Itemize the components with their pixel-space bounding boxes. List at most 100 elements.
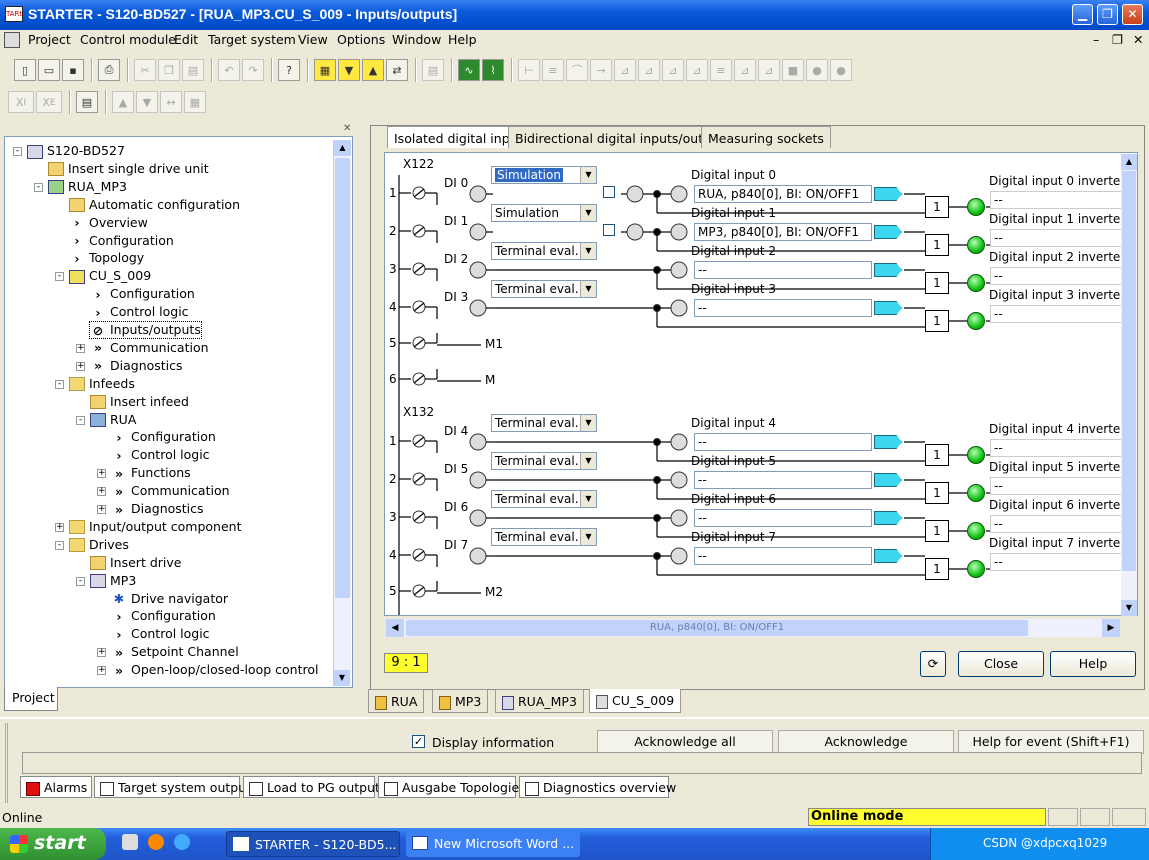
diagram-hscroll[interactable]: ◀ RUA, p840[0], BI: ON/OFF1 ▶ <box>386 619 1120 637</box>
vscroll-up-icon[interactable]: ▲ <box>1121 154 1137 170</box>
close-button[interactable]: Close <box>958 651 1044 677</box>
scroll-up-icon[interactable]: ▲ <box>334 140 351 156</box>
mode-select[interactable]: Terminal eval. ▼ <box>491 242 597 260</box>
hscroll-right-icon[interactable]: ▶ <box>1102 619 1120 637</box>
insert-after-icon[interactable]: ▼ <box>136 91 158 113</box>
save-icon[interactable]: ▪ <box>62 59 84 81</box>
doc-tab-rua-mp3[interactable]: RUA_MP3 <box>495 689 584 713</box>
expand-icon[interactable]: + <box>97 666 106 676</box>
task-word[interactable]: New Microsoft Word ... <box>406 831 580 857</box>
connector-icon[interactable] <box>874 187 902 201</box>
menu-target-system[interactable]: Target system <box>208 32 296 47</box>
connector-icon[interactable] <box>874 511 902 525</box>
signal-field[interactable]: -- <box>694 471 872 489</box>
task-starter[interactable]: STARTER - S120-BD5... <box>226 831 400 857</box>
tree-node[interactable]: Infeeds <box>69 376 135 392</box>
tab-measuring-sockets[interactable]: Measuring sockets <box>701 126 831 148</box>
connector-icon[interactable] <box>874 473 902 487</box>
tree-node[interactable]: » Diagnostics <box>90 358 183 374</box>
dropdown-icon[interactable]: ▼ <box>580 281 596 297</box>
open-icon[interactable]: ▭ <box>38 59 60 81</box>
expert-list-icon[interactable]: ▤ <box>76 91 98 113</box>
tree-node[interactable]: › Configuration <box>69 233 173 249</box>
connector-icon[interactable] <box>874 225 902 239</box>
alarm-list[interactable] <box>22 752 1142 774</box>
tree-node[interactable]: » Communication <box>90 340 209 356</box>
menu-control-module[interactable]: Control module <box>80 32 176 47</box>
tab-diagnostics-overview[interactable]: Diagnostics overview <box>519 776 676 798</box>
vscroll-down-icon[interactable]: ▼ <box>1121 600 1137 616</box>
signal-field[interactable]: MP3, p840[0], BI: ON/OFF1 <box>694 223 872 241</box>
expand-icon[interactable]: + <box>76 361 85 371</box>
xe-icon[interactable]: XE <box>36 91 62 113</box>
connector-icon[interactable] <box>874 263 902 277</box>
display-info-checkbox[interactable]: ✓ <box>412 735 425 748</box>
mode-select[interactable]: Simulation ▼ <box>491 204 597 222</box>
mdi-close-icon[interactable]: ✕ <box>1133 32 1143 47</box>
expand-icon[interactable]: + <box>97 469 106 479</box>
collapse-icon[interactable]: - <box>55 540 64 550</box>
compare-icon[interactable]: ⇄ <box>386 59 408 81</box>
tool-9-icon[interactable]: ≡ <box>710 59 732 81</box>
dropdown-icon[interactable]: ▼ <box>580 491 596 507</box>
start-button[interactable]: start <box>0 828 106 860</box>
signal-field[interactable]: RUA, p840[0], BI: ON/OFF1 <box>694 185 872 203</box>
dropdown-icon[interactable]: ▼ <box>580 167 596 183</box>
undo-icon[interactable]: ↶ <box>218 59 240 81</box>
tree-node[interactable]: » Communication <box>111 483 230 499</box>
doc-tab-mp3[interactable]: MP3 <box>432 689 489 713</box>
minimize-icon[interactable]: ▁ <box>1072 4 1093 25</box>
signal-field[interactable]: -- <box>694 261 872 279</box>
signal-field[interactable]: -- <box>694 509 872 527</box>
paste-icon[interactable]: ▤ <box>182 59 204 81</box>
tree-node[interactable]: ✱ Drive navigator <box>111 591 228 607</box>
print-icon[interactable]: ⎙ <box>98 59 120 81</box>
maximize-icon[interactable]: ❐ <box>1097 4 1118 25</box>
connect-icon[interactable]: ▦ <box>314 59 336 81</box>
doc-tab-cu-s-009[interactable]: CU_S_009 <box>589 689 682 713</box>
mode-select[interactable]: Terminal eval. ▼ <box>491 280 597 298</box>
inverted-field[interactable]: -- <box>990 191 1130 209</box>
signal-field[interactable]: -- <box>694 433 872 451</box>
menu-window[interactable]: Window <box>392 32 441 47</box>
refresh-icon[interactable]: ⟳ <box>920 651 946 677</box>
tool-11-icon[interactable]: ⊿ <box>758 59 780 81</box>
tree-node[interactable]: › Configuration <box>111 608 215 624</box>
tool-5-icon[interactable]: ⊿ <box>614 59 636 81</box>
dropdown-icon[interactable]: ▼ <box>580 415 596 431</box>
redo-icon[interactable]: ↷ <box>242 59 264 81</box>
tree-node[interactable]: › Topology <box>69 250 144 266</box>
collapse-icon[interactable]: - <box>55 272 64 282</box>
signal-field[interactable]: -- <box>694 299 872 317</box>
doc-tab-rua[interactable]: RUA <box>368 689 425 713</box>
function-generator-icon[interactable]: ⌇ <box>482 59 504 81</box>
help-button[interactable]: Help <box>1050 651 1136 677</box>
inverted-field[interactable]: -- <box>990 477 1130 495</box>
mode-select[interactable]: Terminal eval. ▼ <box>491 490 597 508</box>
trace-icon[interactable]: ∿ <box>458 59 480 81</box>
tool-6-icon[interactable]: ⊿ <box>638 59 660 81</box>
download-icon[interactable]: ▼ <box>338 59 360 81</box>
tree-node[interactable]: › Configuration <box>111 429 215 445</box>
expand-icon[interactable]: + <box>97 648 106 658</box>
connector-icon[interactable] <box>874 549 902 563</box>
tool-13-icon[interactable]: ● <box>806 59 828 81</box>
tool-4-icon[interactable]: → <box>590 59 612 81</box>
tree-node[interactable]: » Setpoint Channel <box>111 644 239 660</box>
tree-node[interactable]: S120-BD527 <box>27 143 125 159</box>
tree-node[interactable]: › Control logic <box>111 626 209 642</box>
connector-icon[interactable] <box>874 435 902 449</box>
expand-icon[interactable]: + <box>97 505 106 514</box>
tool-14-icon[interactable]: ● <box>830 59 852 81</box>
output-grip[interactable] <box>5 723 15 803</box>
mode-select[interactable]: Terminal eval. ▼ <box>491 452 597 470</box>
tree-node[interactable]: › Control logic <box>111 447 209 463</box>
inverted-field[interactable]: -- <box>990 267 1130 285</box>
tree-node[interactable]: RUA <box>90 412 136 428</box>
tree-node[interactable]: › Control logic <box>90 304 188 320</box>
tool-8-icon[interactable]: ⊿ <box>686 59 708 81</box>
context-help-icon[interactable]: ? <box>278 59 300 81</box>
simulation-checkbox[interactable] <box>603 186 615 198</box>
ie-icon[interactable] <box>174 834 190 850</box>
expand-icon[interactable]: + <box>76 343 85 353</box>
